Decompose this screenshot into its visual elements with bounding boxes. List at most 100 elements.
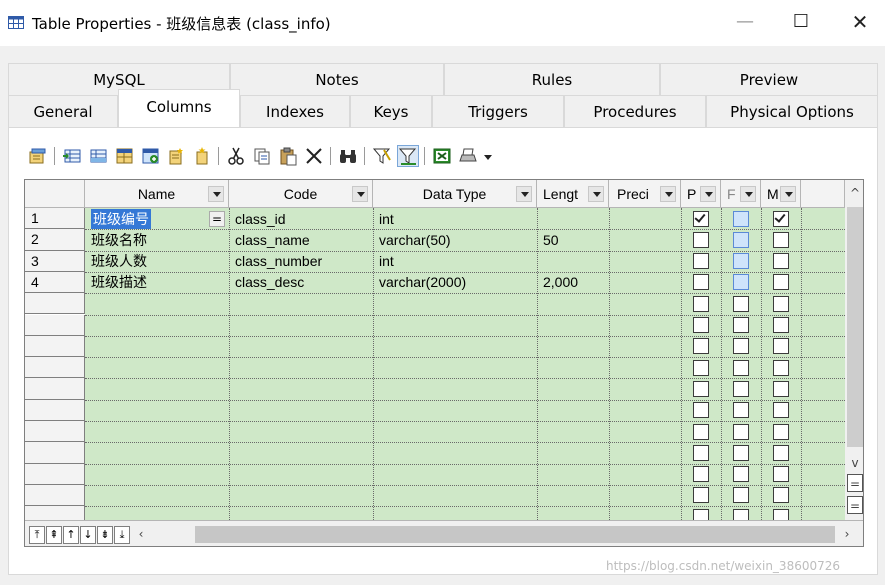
mandatory-checkbox[interactable] [773,444,789,461]
print-icon[interactable] [458,146,478,166]
row-header[interactable]: 3 [25,250,85,272]
move-to-bottom-icon[interactable]: ⤓ [114,526,130,544]
tab-general[interactable]: General [8,95,118,127]
chevron-down-icon[interactable] [740,186,756,202]
foreign-checkbox[interactable] [733,253,749,270]
primary-checkbox[interactable] [693,231,709,248]
cell-name[interactable]: 班级编号 [91,208,151,229]
mandatory-checkbox[interactable] [773,253,789,270]
tab-keys[interactable]: Keys [350,95,432,127]
cell-data-type[interactable]: varchar(50) [379,230,451,250]
column-header-data-type[interactable]: Data Type [373,180,537,208]
chevron-down-icon[interactable] [700,186,716,202]
mandatory-checkbox[interactable] [773,338,789,355]
scroll-up-icon[interactable]: ^ [845,184,863,202]
foreign-checkbox[interactable] [733,380,749,397]
scroll-right-icon[interactable]: › [837,525,857,543]
mandatory-checkbox[interactable] [773,423,789,440]
move-up-icon[interactable]: ↑ [63,526,79,544]
insert-row-icon[interactable] [62,146,82,166]
horizontal-scroll-thumb[interactable] [195,526,835,543]
primary-checkbox[interactable] [693,487,709,504]
column-header-mandatory[interactable]: M [761,180,801,208]
paste-icon[interactable] [278,146,298,166]
foreign-checkbox[interactable] [733,423,749,440]
properties-icon[interactable] [28,146,48,166]
mandatory-checkbox[interactable] [773,295,789,312]
minimize-button[interactable]: — [725,12,765,34]
foreign-checkbox[interactable] [733,210,749,227]
row-header[interactable] [25,442,85,464]
row-header[interactable]: 4 [25,271,85,294]
tab-notes[interactable]: Notes [230,63,444,95]
cell-code[interactable]: class_id [235,209,286,229]
cell-code[interactable]: class_number [235,251,322,271]
tab-rules[interactable]: Rules [444,63,660,95]
maximize-button[interactable]: ☐ [781,12,821,34]
foreign-checkbox[interactable] [733,487,749,504]
tab-indexes[interactable]: Indexes [240,95,350,127]
row-header[interactable] [25,335,85,358]
cut-icon[interactable] [226,146,246,166]
cell-code[interactable]: class_desc [235,272,304,292]
row-header[interactable] [25,357,85,379]
primary-checkbox[interactable] [693,210,709,227]
mandatory-checkbox[interactable] [773,487,789,504]
tab-physical-options[interactable]: Physical Options [706,95,878,127]
cell-length[interactable]: 2,000 [543,272,578,292]
scroll-page-down-icon[interactable]: = [847,496,863,514]
cell-data-type[interactable]: varchar(2000) [379,272,466,292]
cell-data-type[interactable]: int [379,209,394,229]
primary-checkbox[interactable] [693,338,709,355]
column-header-name[interactable]: Name [85,180,229,208]
primary-checkbox[interactable] [693,359,709,376]
row-header[interactable] [25,314,85,336]
mandatory-checkbox[interactable] [773,380,789,397]
cell-data-type[interactable]: int [379,251,394,271]
cell-name[interactable]: 班级名称 [91,230,147,250]
row-header[interactable]: 1 [25,208,85,230]
paste-attribute-icon[interactable] [192,146,212,166]
cell-code[interactable]: class_name [235,230,310,250]
customize-columns-icon[interactable] [397,145,419,167]
mandatory-checkbox[interactable] [773,466,789,483]
vertical-scroll-thumb[interactable] [847,207,863,447]
find-icon[interactable] [338,146,358,166]
tab-triggers[interactable]: Triggers [432,95,564,127]
filter-icon[interactable] [372,146,392,166]
row-header[interactable] [25,378,85,400]
dropdown-icon[interactable] [482,146,494,166]
scroll-down-icon[interactable]: v [845,454,863,472]
foreign-checkbox[interactable] [733,444,749,461]
primary-checkbox[interactable] [693,253,709,270]
edit-name-button[interactable]: = [209,210,225,227]
chevron-down-icon[interactable] [208,186,224,202]
cell-name[interactable]: 班级人数 [91,251,147,271]
column-header-code[interactable]: Code [229,180,373,208]
primary-checkbox[interactable] [693,295,709,312]
column-header-foreign[interactable]: F [721,180,761,208]
row-header[interactable] [25,463,85,485]
mandatory-checkbox[interactable] [773,317,789,333]
chevron-down-icon[interactable] [660,186,676,202]
column-header-precision[interactable]: Preci [609,180,681,208]
tab-columns[interactable]: Columns [118,89,240,127]
primary-checkbox[interactable] [693,402,709,419]
vertical-scrollbar[interactable]: ^ v = = [845,180,863,520]
add-attribute-icon[interactable] [140,146,160,166]
primary-checkbox[interactable] [693,466,709,483]
column-header-length[interactable]: Lengt [537,180,609,208]
primary-checkbox[interactable] [693,380,709,397]
chevron-down-icon[interactable] [352,186,368,202]
move-to-top-icon[interactable]: ⤒ [29,526,45,544]
mandatory-checkbox[interactable] [773,402,789,419]
scroll-left-icon[interactable]: ‹ [131,525,151,543]
scroll-page-up-icon[interactable]: = [847,474,863,492]
foreign-checkbox[interactable] [733,317,749,333]
chevron-down-icon[interactable] [588,186,604,202]
move-down-icon[interactable]: ↓ [80,526,96,544]
new-icon[interactable] [166,146,186,166]
foreign-checkbox[interactable] [733,295,749,312]
tab-procedures[interactable]: Procedures [564,95,706,127]
primary-checkbox[interactable] [693,444,709,461]
